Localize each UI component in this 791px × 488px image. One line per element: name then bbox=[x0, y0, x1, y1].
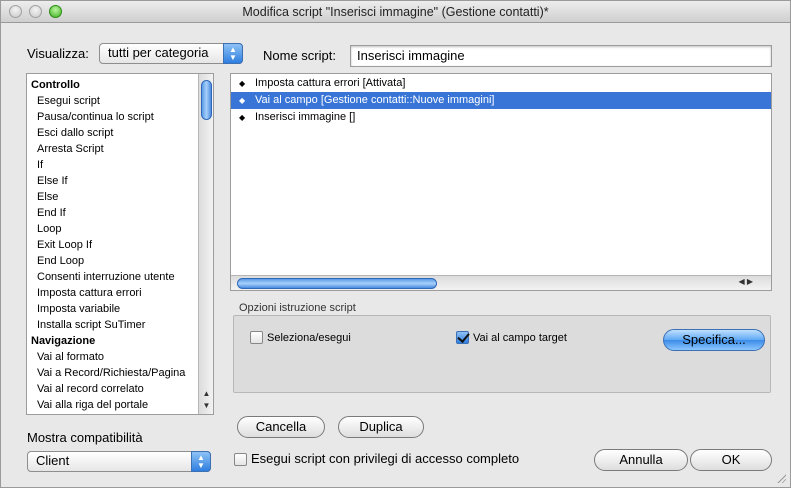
compat-popup-value: Client bbox=[36, 453, 70, 468]
steps-library-scrollbar[interactable]: ▲ ▼ bbox=[198, 74, 213, 414]
steps-library-items: Controllo Esegui script Pausa/continua lo … bbox=[27, 74, 213, 414]
steps-library-item[interactable]: Pausa/continua lo script bbox=[27, 109, 213, 125]
clear-button[interactable]: Cancella bbox=[237, 416, 325, 438]
scroll-thumb[interactable] bbox=[201, 80, 212, 120]
steps-library-item[interactable]: Vai a Record/Richiesta/Pagina bbox=[27, 365, 213, 381]
steps-library-item[interactable]: Exit Loop If bbox=[27, 237, 213, 253]
script-step-text: Vai al campo [Gestione contatti::Nuove i… bbox=[255, 94, 495, 106]
script-step-row[interactable]: ◆ Inserisci immagine [] bbox=[231, 109, 771, 126]
go-to-target-checkbox[interactable]: Vai al campo target bbox=[456, 331, 567, 345]
steps-library-item[interactable]: Consenti interruzione utente bbox=[27, 269, 213, 285]
script-steps-list[interactable]: ◆ Imposta cattura errori [Attivata] ◆ Vai a… bbox=[230, 73, 772, 291]
cancel-button[interactable]: Annulla bbox=[594, 449, 688, 471]
select-perform-checkbox[interactable]: Seleziona/esegui bbox=[250, 331, 351, 345]
steps-library-item[interactable]: End Loop bbox=[27, 253, 213, 269]
drag-handle-icon[interactable]: ◆ bbox=[239, 109, 255, 126]
compat-label: Mostra compatibilità bbox=[27, 430, 143, 445]
steps-library-item[interactable]: Installa script SuTimer bbox=[27, 317, 213, 333]
script-editor-window: Modifica script "Inserisci immagine" (Ge… bbox=[0, 0, 791, 488]
steps-library-item[interactable]: Vai al record correlato bbox=[27, 381, 213, 397]
steps-library-item[interactable]: Imposta cattura errori bbox=[27, 285, 213, 301]
hscroll-arrows-icon[interactable]: ◀ ▶ bbox=[738, 277, 753, 286]
steps-library-item[interactable]: Else If bbox=[27, 173, 213, 189]
steps-library-item[interactable]: Else bbox=[27, 189, 213, 205]
view-popup[interactable]: tutti per categoria ▲ ▼ bbox=[99, 43, 243, 64]
options-group: Seleziona/esegui Vai al campo target Spe… bbox=[233, 315, 771, 393]
steps-library-category[interactable]: Controllo bbox=[27, 77, 213, 93]
scroll-up-arrow-icon[interactable]: ▲ bbox=[199, 388, 213, 400]
drag-handle-icon[interactable]: ◆ bbox=[239, 75, 255, 92]
hscroll-thumb[interactable] bbox=[237, 278, 437, 289]
script-name-input[interactable]: Inserisci immagine bbox=[350, 45, 772, 67]
steps-library-category[interactable]: Navigazione bbox=[27, 333, 213, 349]
script-steps-items: ◆ Imposta cattura errori [Attivata] ◆ Vai a… bbox=[231, 74, 771, 126]
steps-library-item[interactable]: Arresta Script bbox=[27, 141, 213, 157]
ok-button[interactable]: OK bbox=[690, 449, 772, 471]
steps-library-item[interactable]: End If bbox=[27, 205, 213, 221]
steps-library-item[interactable]: Vai all'Oggetto bbox=[27, 413, 213, 414]
go-to-target-label: Vai al campo target bbox=[473, 332, 567, 344]
resize-grip-icon[interactable] bbox=[776, 473, 786, 483]
view-label: Visualizza: bbox=[27, 46, 89, 61]
steps-library-item[interactable]: Vai al formato bbox=[27, 349, 213, 365]
script-step-row[interactable]: ◆ Imposta cattura errori [Attivata] bbox=[231, 75, 771, 92]
full-access-checkbox[interactable]: Esegui script con privilegi di accesso c… bbox=[234, 452, 519, 466]
checkbox-icon bbox=[234, 453, 247, 466]
scroll-down-arrow-icon[interactable]: ▼ bbox=[199, 400, 213, 412]
title-bar[interactable]: Modifica script "Inserisci immagine" (Ge… bbox=[1, 1, 790, 23]
compat-popup[interactable]: Client ▲ ▼ bbox=[27, 451, 211, 472]
window-title: Modifica script "Inserisci immagine" (Ge… bbox=[242, 5, 549, 19]
steps-library-item[interactable]: Vai alla riga del portale bbox=[27, 397, 213, 413]
steps-library-item[interactable]: Imposta variabile bbox=[27, 301, 213, 317]
options-group-title: Opzioni istruzione script bbox=[239, 302, 356, 314]
script-step-row[interactable]: ◆ Vai al campo [Gestione contatti::Nuove … bbox=[231, 92, 771, 109]
script-steps-hscrollbar[interactable]: ◀ ▶ bbox=[231, 275, 771, 290]
steps-library-item[interactable]: If bbox=[27, 157, 213, 173]
steps-library-item[interactable]: Loop bbox=[27, 221, 213, 237]
full-access-label: Esegui script con privilegi di accesso c… bbox=[251, 451, 520, 466]
drag-handle-icon[interactable]: ◆ bbox=[239, 92, 255, 109]
select-perform-label: Seleziona/esegui bbox=[267, 332, 351, 344]
steps-library-item[interactable]: Esegui script bbox=[27, 93, 213, 109]
steps-library-item[interactable]: Esci dallo script bbox=[27, 125, 213, 141]
view-popup-value: tutti per categoria bbox=[108, 45, 209, 60]
steps-library-list[interactable]: Controllo Esegui script Pausa/continua lo … bbox=[26, 73, 214, 415]
script-name-label: Nome script: bbox=[263, 48, 336, 63]
checkmark-icon bbox=[456, 331, 469, 344]
script-step-text: Imposta cattura errori [Attivata] bbox=[255, 77, 406, 89]
specify-button[interactable]: Specifica... bbox=[663, 329, 765, 351]
checkbox-icon bbox=[250, 331, 263, 344]
duplicate-button[interactable]: Duplica bbox=[338, 416, 424, 438]
up-down-arrows-icon: ▲ ▼ bbox=[191, 451, 211, 472]
up-down-arrows-icon: ▲ ▼ bbox=[223, 43, 243, 64]
script-step-text: Inserisci immagine [] bbox=[255, 111, 356, 123]
